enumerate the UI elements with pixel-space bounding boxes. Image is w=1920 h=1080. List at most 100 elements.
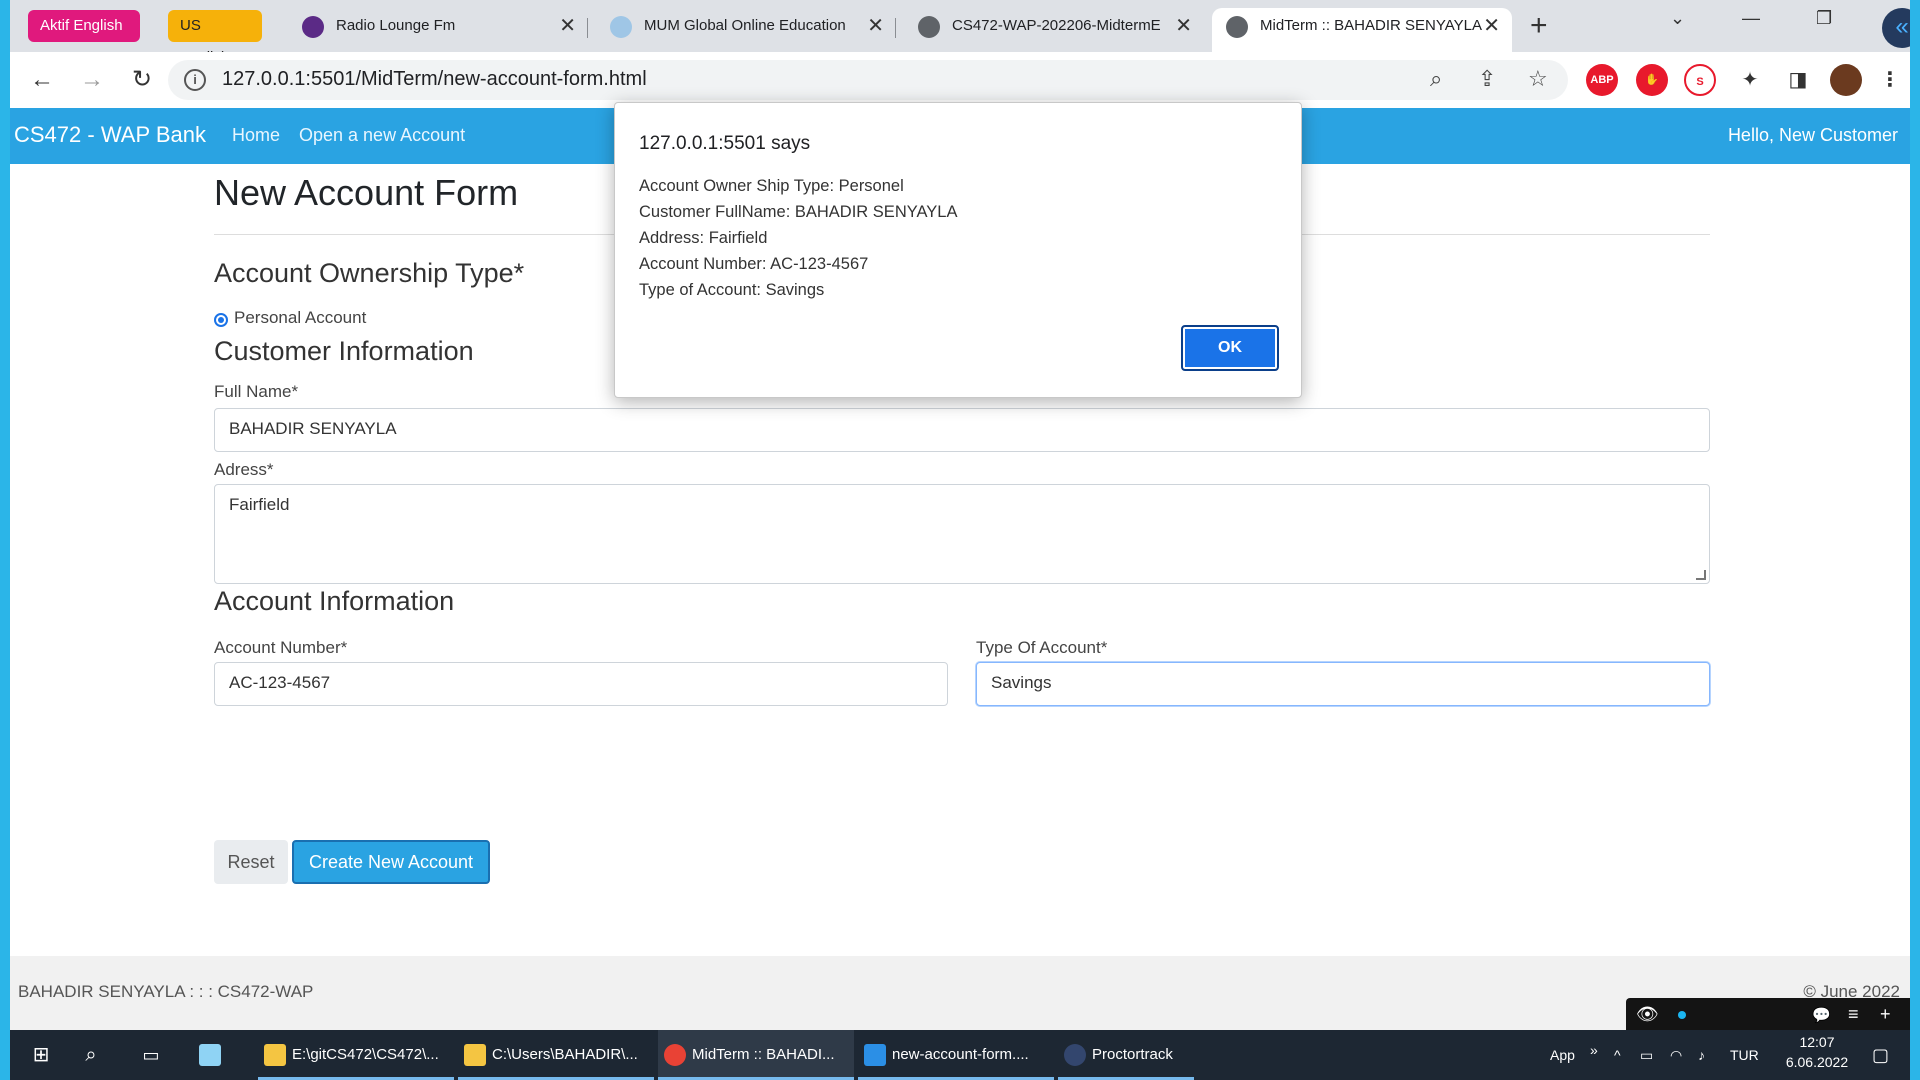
sidepanel-icon[interactable]: ◨ (1782, 64, 1814, 96)
taskbar-label: C:\Users\BAHADIR\... (492, 1046, 638, 1063)
close-icon[interactable]: ✕ (1175, 8, 1192, 44)
nav-home-link[interactable]: Home (232, 125, 280, 146)
dialog-line: Address: Fairfield (639, 229, 768, 247)
close-icon[interactable]: ✕ (1483, 8, 1500, 44)
pinned-app-icon (199, 1044, 221, 1067)
reset-button[interactable]: Reset (214, 840, 288, 884)
tray-app-label[interactable]: App (1550, 1030, 1575, 1080)
avatar[interactable] (1830, 64, 1862, 96)
chat-icon[interactable]: 💬 (1812, 1006, 1831, 1024)
tab-strip: Aktif English US English Radio Lounge Fm… (10, 0, 1910, 66)
chevron-up-icon[interactable]: » (1590, 1030, 1598, 1080)
menu-icon[interactable]: ≡ (1848, 1004, 1859, 1025)
create-account-button[interactable]: Create New Account (292, 840, 490, 884)
bookmark-star-icon[interactable]: ☆ (1528, 66, 1548, 92)
windows-taskbar: ⊞ ⌕ ▭ E:\gitCS472\CS472\... C:\Users\BAH… (10, 1030, 1910, 1080)
bookmark-us-english[interactable]: US English (168, 10, 262, 66)
taskbar-explorer-2[interactable]: C:\Users\BAHADIR\... (458, 1030, 654, 1080)
dialog-message: Account Owner Ship Type: Personel Custom… (639, 173, 957, 303)
tab-midterm-active[interactable]: MidTerm :: BAHADIR SENYAYLA ✕ (1212, 8, 1512, 52)
dialog-line: Account Number: AC-123-4567 (639, 255, 869, 273)
zoom-icon[interactable]: ⌕ (1430, 66, 1442, 92)
bookmark-aktif-english[interactable]: Aktif English (28, 10, 140, 42)
tab-title: MidTerm :: BAHADIR SENYAYLA (1260, 17, 1482, 34)
close-icon[interactable]: ✕ (559, 8, 576, 44)
url-text[interactable]: 127.0.0.1:5501/MidTerm/new-account-form.… (222, 68, 647, 91)
task-view-icon[interactable]: ▭ (128, 1030, 174, 1080)
search-icon[interactable]: ⌕ (68, 1030, 114, 1080)
taskbar-vscode[interactable]: new-account-form.... (858, 1030, 1054, 1080)
ownership-heading: Account Ownership Type* (214, 258, 525, 288)
dialog-line: Customer FullName: BAHADIR SENYAYLA (639, 203, 958, 221)
windows-start-icon[interactable]: ⊞ (18, 1030, 64, 1080)
battery-icon[interactable]: ▭ (1640, 1030, 1653, 1080)
tab-divider (587, 18, 588, 38)
vscode-icon (864, 1044, 886, 1067)
taskbar-label: E:\gitCS472\CS472\... (292, 1046, 439, 1063)
taskbar-chrome[interactable]: MidTerm :: BAHADI... (658, 1030, 854, 1080)
info-icon[interactable]: i (184, 69, 206, 91)
resize-handle-icon[interactable] (1696, 570, 1706, 580)
fullname-input[interactable]: BAHADIR SENYAYLA (214, 408, 1710, 452)
back-icon[interactable]: ← (24, 62, 60, 98)
nav-open-account-link[interactable]: Open a new Account (299, 125, 465, 146)
radio-favicon-icon (302, 16, 324, 38)
reload-icon[interactable]: ↻ (124, 62, 160, 98)
address-toolbar: ← → ↻ i 127.0.0.1:5501/MidTerm/new-accou… (10, 52, 1910, 108)
taskbar-label: MidTerm :: BAHADI... (692, 1046, 835, 1063)
alert-dialog: 127.0.0.1:5501 says Account Owner Ship T… (614, 102, 1302, 398)
chrome-icon (664, 1044, 686, 1067)
customer-heading: Customer Information (214, 336, 474, 366)
proctortrack-widget: 👁 💬 ≡ + (1626, 998, 1910, 1032)
account-type-label: Type Of Account* (976, 638, 1108, 657)
address-bar[interactable]: i 127.0.0.1:5501/MidTerm/new-account-for… (168, 60, 1568, 100)
tab-title: CS472-WAP-202206-MidtermE (952, 17, 1161, 34)
minimize-icon[interactable]: — (1742, 8, 1760, 29)
address-textarea[interactable]: Fairfield (214, 484, 1710, 584)
taskbar-explorer-1[interactable]: E:\gitCS472\CS472\... (258, 1030, 454, 1080)
page-title: New Account Form (214, 172, 519, 213)
extension-s-icon[interactable]: S (1684, 64, 1716, 96)
double-chevron-left-icon[interactable]: « (1882, 8, 1910, 48)
account-number-label: Account Number* (214, 638, 348, 657)
site-footer: BAHADIR SENYAYLA : : : CS472-WAP © June … (10, 956, 1910, 1030)
tray-overflow-icon[interactable]: ^ (1614, 1030, 1621, 1080)
puzzle-icon[interactable]: ✦ (1734, 64, 1766, 96)
taskbar-label: Proctortrack (1092, 1046, 1173, 1063)
brand-link[interactable]: CS472 - WAP Bank (14, 122, 206, 148)
proctortrack-icon (1064, 1044, 1086, 1067)
share-icon[interactable]: ⇪ (1478, 66, 1496, 92)
forward-icon[interactable]: → (74, 62, 110, 98)
recording-indicator (1678, 1011, 1686, 1019)
personal-account-label[interactable]: Personal Account (234, 308, 366, 328)
tab-title: MUM Global Online Education (644, 17, 846, 34)
notifications-icon[interactable]: ▢ (1872, 1030, 1889, 1080)
plus-icon[interactable]: + (1880, 1004, 1891, 1025)
tab-cs472-midterm[interactable]: CS472-WAP-202206-MidtermE ✕ (904, 8, 1204, 52)
account-type-input[interactable]: Savings (976, 662, 1710, 706)
tab-title: Radio Lounge Fm (336, 17, 456, 34)
kebab-menu-icon[interactable]: ⋮ (1874, 64, 1906, 96)
account-number-input[interactable]: AC-123-4567 (214, 662, 948, 706)
wifi-icon[interactable]: ◠ (1670, 1030, 1682, 1080)
tab-mum-global[interactable]: MUM Global Online Education ✕ (596, 8, 896, 52)
restore-icon[interactable]: ❐ (1816, 8, 1832, 29)
close-icon[interactable]: ✕ (867, 8, 884, 44)
dialog-line: Account Owner Ship Type: Personel (639, 177, 904, 195)
ublock-icon[interactable]: ✋ (1636, 64, 1668, 96)
app-icon[interactable] (190, 1030, 236, 1080)
dialog-title: 127.0.0.1:5501 says (639, 133, 811, 154)
new-tab-button[interactable]: + (1530, 8, 1548, 44)
browser-window: Aktif English US English Radio Lounge Fm… (10, 0, 1910, 1080)
tab-search-icon[interactable]: ⌄ (1670, 8, 1685, 29)
ok-button[interactable]: OK (1181, 325, 1279, 371)
speaker-icon[interactable]: ♪ (1698, 1030, 1705, 1080)
eye-icon[interactable]: 👁 (1636, 1004, 1659, 1025)
tab-radio-lounge[interactable]: Radio Lounge Fm ✕ (288, 8, 588, 52)
language-indicator[interactable]: TUR (1730, 1030, 1759, 1080)
adblock-plus-icon[interactable]: ABP (1586, 64, 1618, 96)
clock[interactable]: 12:07 6.06.2022 (1782, 1034, 1852, 1080)
personal-account-radio[interactable] (214, 313, 228, 327)
taskbar-proctortrack[interactable]: Proctortrack (1058, 1030, 1194, 1080)
globe-favicon-icon (918, 16, 940, 38)
